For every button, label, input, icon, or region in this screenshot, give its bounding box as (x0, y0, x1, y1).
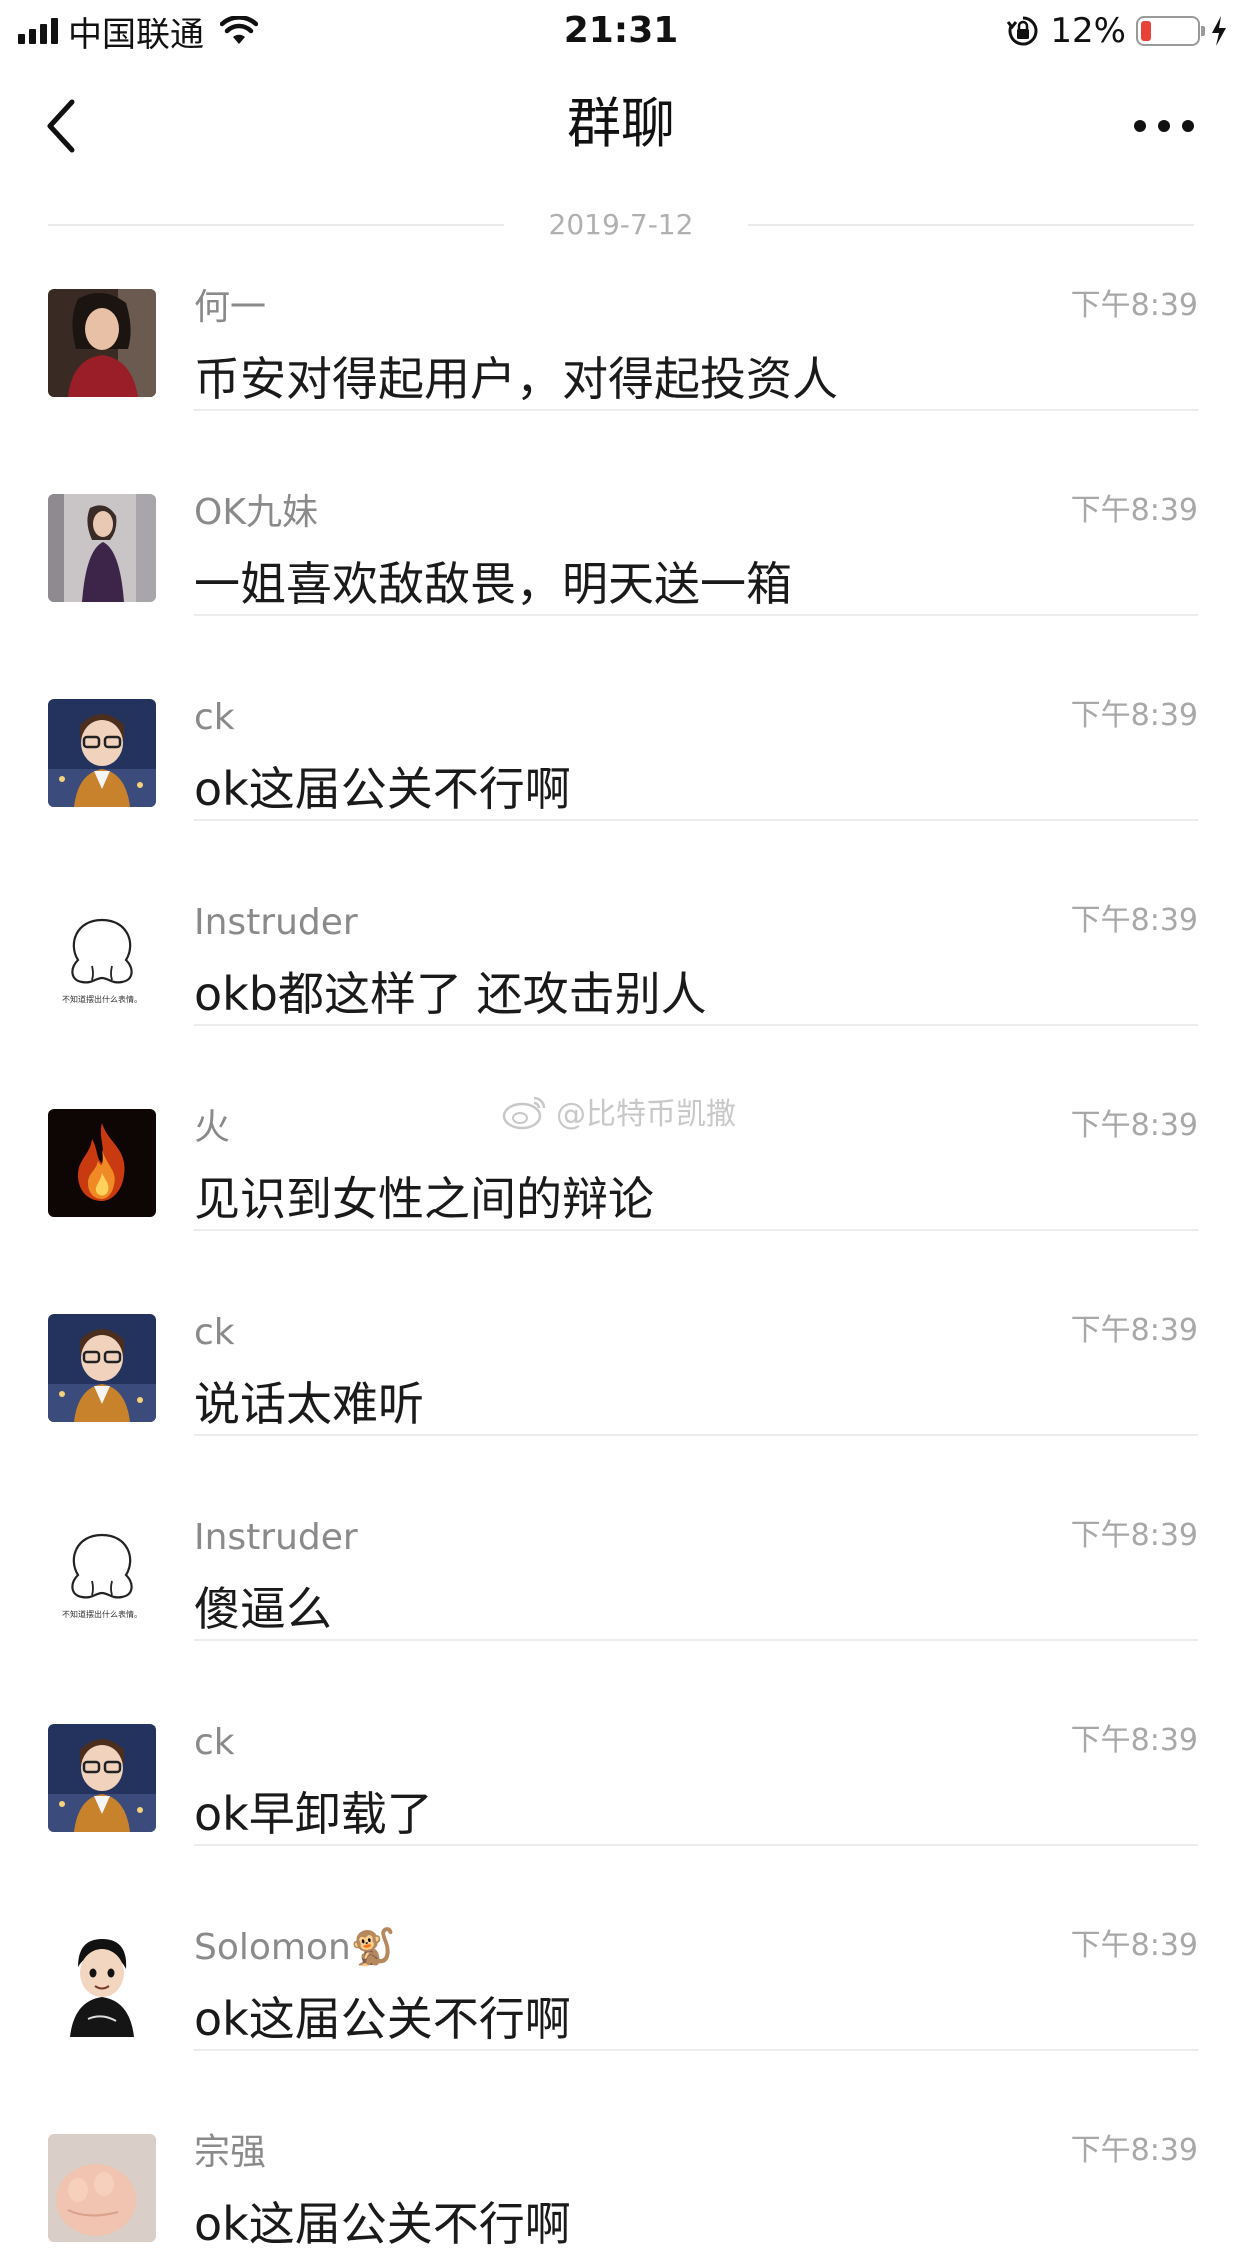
sender-name: ck (194, 697, 235, 738)
message-item[interactable]: Solomon🐒 下午8:39 ok这届公关不行啊 (0, 1845, 1242, 2051)
message-text: ok这届公关不行啊 (194, 1992, 571, 2046)
battery-icon (1136, 16, 1205, 46)
charging-bolt-icon (1212, 16, 1226, 46)
message-text: okb都这样了 还攻击别人 (194, 967, 707, 1021)
status-right: 12% (1006, 8, 1228, 54)
message-text: ok这届公关不行啊 (194, 762, 571, 816)
message-time: 下午8:39 (1070, 1518, 1198, 1553)
message-time: 下午8:39 (1070, 1313, 1198, 1348)
message-item[interactable]: 宗强 下午8:39 ok这届公关不行啊 (0, 2050, 1242, 2255)
avatar[interactable] (48, 1724, 156, 1832)
message-time: 下午8:39 (1070, 1108, 1198, 1143)
message-time: 下午8:39 (1070, 698, 1198, 733)
sender-name: 宗强 (194, 2132, 267, 2173)
message-item[interactable]: OK九妹 下午8:39 一姐喜欢敌敌畏，明天送一箱 (0, 410, 1242, 616)
nav-bar: 群聊 (0, 62, 1242, 190)
message-time: 下午8:39 (1070, 2133, 1198, 2168)
orientation-lock-icon (1007, 16, 1038, 46)
avatar[interactable]: 不知道摆出什么表情。 (48, 1519, 156, 1627)
message-text: ok这届公关不行啊 (194, 2197, 571, 2251)
watermark-text: @比特币凯撒 (556, 1097, 736, 1132)
message-item[interactable]: 不知道摆出什么表情。 Instruder 下午8:39 okb都这样了 还攻击别… (0, 820, 1242, 1026)
sender-name: OK九妹 (194, 492, 318, 533)
avatar[interactable] (48, 2134, 156, 2242)
watermark: @比特币凯撒 (500, 1086, 736, 1136)
message-time: 下午8:39 (1070, 903, 1198, 938)
sender-name: ck (194, 1312, 235, 1353)
avatar[interactable] (48, 289, 156, 397)
message-item[interactable]: 何一 下午8:39 币安对得起用户，对得起投资人 (0, 205, 1242, 411)
sender-name: 火 (194, 1107, 231, 1148)
avatar[interactable] (48, 699, 156, 807)
message-text: 见识到女性之间的辩论 (194, 1172, 654, 1226)
message-time: 下午8:39 (1070, 288, 1198, 323)
message-text: 傻逼么 (194, 1582, 332, 1636)
message-time: 下午8:39 (1070, 1928, 1198, 1963)
message-text: 说话太难听 (194, 1377, 424, 1431)
sender-name: Instruder (194, 1517, 358, 1558)
weibo-logo-icon (502, 1096, 546, 1130)
message-text: 一姐喜欢敌敌畏，明天送一箱 (194, 557, 792, 611)
avatar-caption: 不知道摆出什么表情。 (62, 1609, 142, 1619)
message-text: ok早卸载了 (194, 1787, 433, 1841)
battery-level (1141, 21, 1151, 41)
avatar[interactable] (48, 1314, 156, 1422)
avatar[interactable] (48, 494, 156, 602)
more-options-icon[interactable] (1134, 106, 1194, 146)
battery-percent: 12% (1050, 11, 1126, 51)
message-text: 币安对得起用户，对得起投资人 (194, 352, 838, 406)
avatar[interactable]: 不知道摆出什么表情。 (48, 904, 156, 1012)
sender-name: 何一 (194, 287, 267, 328)
avatar[interactable] (48, 1109, 156, 1217)
avatar-caption: 不知道摆出什么表情。 (62, 994, 142, 1004)
page-title: 群聊 (567, 92, 675, 155)
sender-name: ck (194, 1722, 235, 1763)
message-item[interactable]: 不知道摆出什么表情。 Instruder 下午8:39 傻逼么 (0, 1435, 1242, 1641)
message-item[interactable]: ck 下午8:39 说话太难听 (0, 1230, 1242, 1436)
message-time: 下午8:39 (1070, 493, 1198, 528)
avatar[interactable] (48, 1929, 156, 2037)
sender-name: Solomon🐒 (194, 1927, 396, 1968)
message-item[interactable]: ck 下午8:39 ok早卸载了 (0, 1640, 1242, 1846)
message-item[interactable]: ck 下午8:39 ok这届公关不行啊 (0, 615, 1242, 821)
message-time: 下午8:39 (1070, 1723, 1198, 1758)
sender-name: Instruder (194, 902, 358, 943)
status-bar: 中国联通 21:31 12% (0, 0, 1242, 62)
